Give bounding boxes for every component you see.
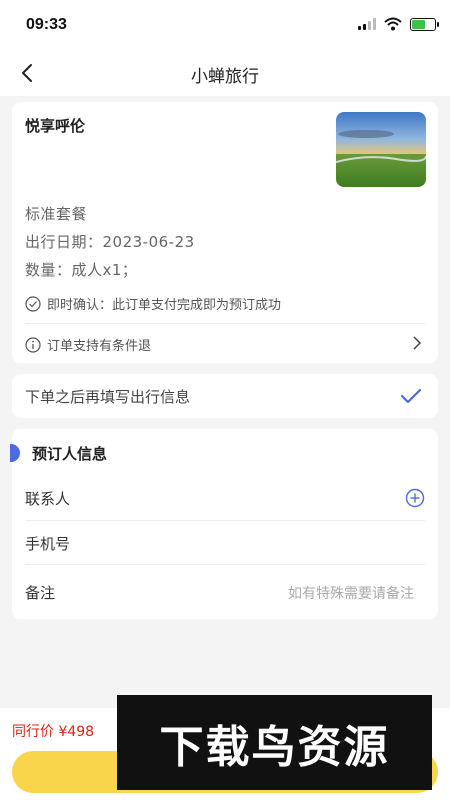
peer-price: 同行价 ¥498: [12, 724, 95, 740]
divider: [25, 323, 425, 324]
divider: [25, 520, 425, 521]
nav-bar: 小蝉旅行: [0, 50, 450, 96]
fill-later-option[interactable]: 下单之后再填写出行信息: [12, 374, 438, 418]
instant-confirm-row: 即时确认：此订单支付完成即为预订成功: [25, 294, 281, 313]
phone-label[interactable]: 手机号: [25, 533, 70, 554]
section-title: 预订人信息: [32, 445, 108, 463]
status-icons: [358, 17, 439, 31]
remark-input[interactable]: 如有特殊需要请备注: [288, 583, 414, 603]
product-card: 悦享呼伦 标准套餐 出行日期：2023-06-23 数量：成人x1； 即时确认：…: [12, 102, 438, 363]
battery-icon: [410, 17, 439, 31]
watermark: 下载鸟资源: [117, 695, 432, 790]
refund-policy-row[interactable]: 订单支持有条件退: [25, 335, 151, 354]
checkmark-icon[interactable]: [400, 386, 422, 406]
info-circle-icon: [25, 336, 41, 353]
product-name: 悦享呼伦: [25, 117, 86, 135]
package-name: 标准套餐: [25, 205, 88, 223]
page-title: 小蝉旅行: [191, 67, 259, 87]
add-contact-icon[interactable]: [405, 488, 425, 508]
chevron-right-icon[interactable]: [410, 335, 424, 351]
section-marker: [10, 444, 20, 462]
wifi-icon: [384, 17, 402, 31]
fill-later-text: 下单之后再填写出行信息: [25, 388, 191, 406]
quantity: 数量：成人x1；: [25, 261, 138, 279]
signal-icon: [358, 18, 376, 30]
status-time: 09:33: [26, 16, 67, 33]
divider: [25, 564, 425, 565]
watermark-text: 下载鸟资源: [159, 721, 390, 773]
booker-info-card: 预订人信息 联系人 手机号 备注 如有特殊需要请备注: [10, 429, 438, 619]
travel-date: 出行日期：2023-06-23: [25, 233, 195, 251]
product-thumbnail[interactable]: [336, 112, 426, 187]
contact-label: 联系人: [25, 490, 71, 508]
status-bar: 09:33: [0, 0, 450, 50]
check-circle-icon: [25, 295, 41, 312]
instant-confirm-text: 即时确认：此订单支付完成即为预订成功: [47, 298, 282, 313]
remark-label: 备注: [25, 584, 56, 602]
refund-policy-text: 订单支持有条件退: [47, 339, 152, 354]
